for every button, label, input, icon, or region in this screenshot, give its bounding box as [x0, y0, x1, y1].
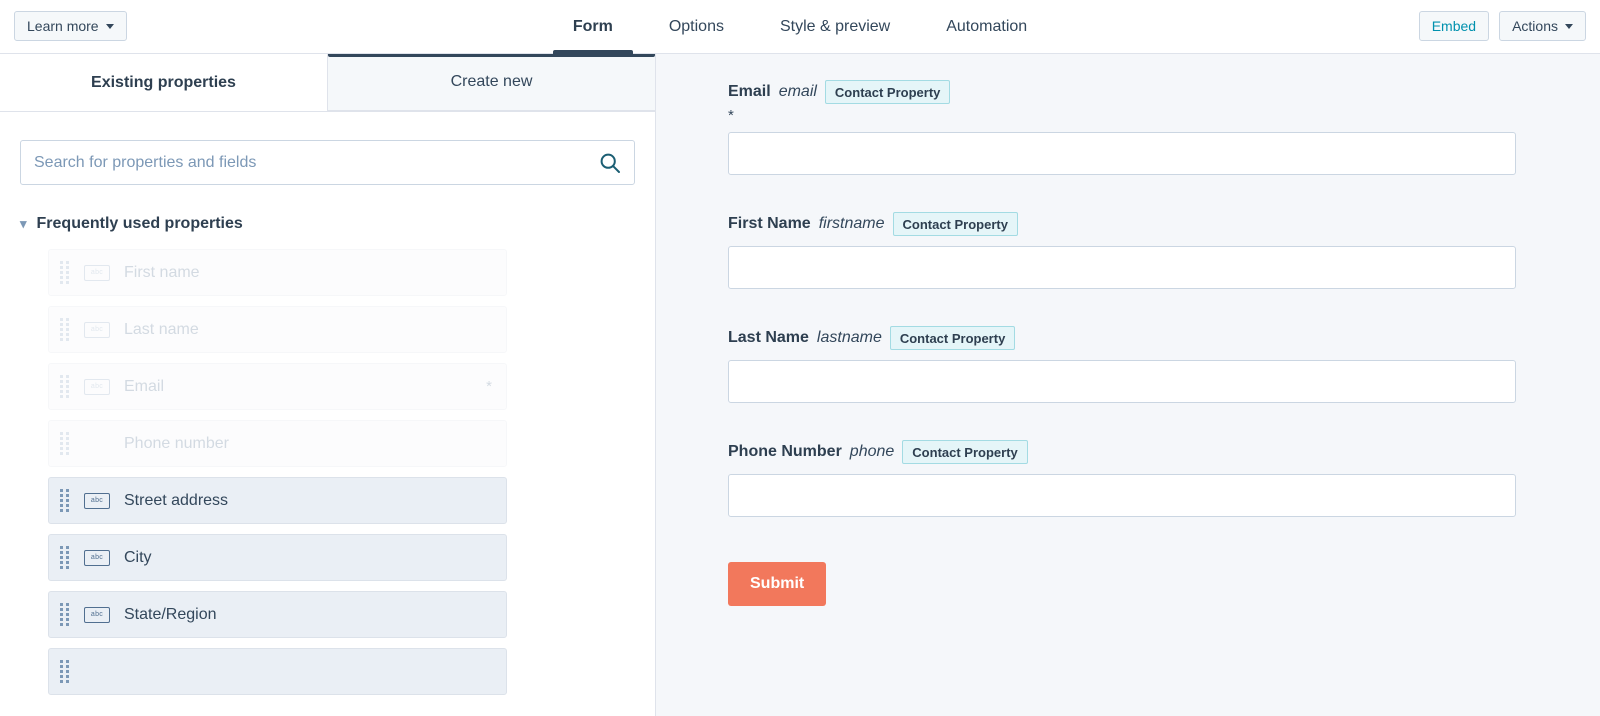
tab-style-preview[interactable]: Style & preview — [752, 0, 918, 54]
list-item-label: Last name — [124, 320, 199, 338]
actions-label: Actions — [1512, 18, 1558, 34]
abc-text-field-icon: abc — [84, 264, 110, 281]
email-field[interactable] — [728, 132, 1516, 175]
abc-text-field-icon: abc — [84, 606, 110, 623]
workspace: Existing properties Create new ▾ Frequen… — [0, 54, 1600, 716]
tab-automation[interactable]: Automation — [918, 0, 1055, 54]
last-name-field[interactable] — [728, 360, 1516, 403]
field-internal-name: lastname — [816, 329, 882, 346]
learn-more-button[interactable]: Learn more — [14, 11, 127, 41]
list-item-label: Phone number — [124, 434, 229, 452]
main-tab-bar: Form Options Style & preview Automation — [0, 0, 1600, 54]
topbar-right-group: Embed Actions — [1418, 11, 1586, 41]
drag-handle-icon[interactable] — [60, 546, 69, 569]
actions-button[interactable]: Actions — [1499, 11, 1586, 41]
topbar-left-group: Learn more — [14, 11, 127, 41]
sidebar-tab-existing-properties-label: Existing properties — [91, 73, 236, 91]
group-title: Frequently used properties — [36, 215, 243, 232]
field-spacer — [656, 289, 1600, 326]
list-item: abc Last name — [48, 306, 507, 353]
property-list: abc First name abc Last name abc Email *… — [0, 249, 655, 695]
field-label-row: Email email Contact Property * — [728, 80, 1516, 124]
frequently-used-properties-group-header[interactable]: ▾ Frequently used properties — [20, 215, 655, 233]
drag-handle-icon — [60, 375, 69, 398]
list-item-label: First name — [124, 263, 200, 281]
search-container — [20, 140, 635, 185]
drag-handle-icon[interactable] — [60, 660, 69, 683]
drag-handle-icon[interactable] — [60, 603, 69, 626]
field-label: First Name — [728, 215, 811, 232]
tab-options[interactable]: Options — [641, 0, 752, 54]
search-input[interactable] — [20, 140, 635, 185]
form-preview-panel: Email email Contact Property * First Nam… — [656, 54, 1600, 716]
embed-label: Embed — [1431, 18, 1477, 34]
drag-handle-icon[interactable] — [60, 489, 69, 512]
list-item-label: State/Region — [124, 605, 217, 623]
list-item[interactable]: abc City — [48, 534, 507, 581]
chevron-down-icon — [1565, 23, 1573, 29]
abc-text-field-icon: abc — [84, 378, 110, 395]
sidebar-tab-create-new-label: Create new — [450, 73, 533, 90]
status-badge: Contact Property — [902, 440, 1028, 464]
status-badge: Contact Property — [889, 326, 1016, 350]
chevron-down-icon: ▾ — [20, 215, 27, 231]
field-spacer — [656, 403, 1600, 440]
list-item: abc First name — [48, 249, 507, 296]
status-badge: Contact Property — [892, 212, 1018, 236]
list-item: abc Email * — [48, 363, 507, 410]
form-field-phone-number: Phone Number phone Contact Property — [656, 440, 1600, 517]
first-name-field[interactable] — [728, 246, 1516, 289]
field-internal-name: phone — [849, 443, 895, 460]
submit-button[interactable]: Submit — [728, 562, 827, 606]
form-field-email: Email email Contact Property * — [656, 80, 1600, 175]
form-field-last-name: Last Name lastname Contact Property — [656, 326, 1600, 403]
list-item: abc Phone number — [48, 420, 507, 467]
embed-button[interactable]: Embed — [1418, 11, 1490, 41]
status-badge: Contact Property — [824, 80, 951, 104]
learn-more-label: Learn more — [27, 18, 99, 34]
list-item[interactable]: abc Street address — [48, 477, 507, 524]
field-internal-name: firstname — [818, 215, 885, 232]
abc-text-field-icon: abc — [84, 492, 110, 509]
required-marker: * — [728, 107, 734, 124]
field-label-row: First Name firstname Contact Property — [728, 212, 1516, 236]
list-item-label: Email — [124, 377, 165, 395]
top-toolbar: Learn more Form Options Style & preview … — [0, 0, 1600, 54]
list-item[interactable]: abc State/Region — [48, 591, 507, 638]
sidebar-tab-existing-properties[interactable]: Existing properties — [0, 54, 327, 111]
tab-options-label: Options — [668, 17, 724, 35]
abc-text-field-icon: abc — [84, 321, 110, 338]
field-internal-name: email — [778, 83, 817, 100]
required-marker: * — [486, 378, 492, 395]
field-label-row: Phone Number phone Contact Property — [728, 440, 1516, 464]
sidebar-tab-bar: Existing properties Create new — [0, 54, 655, 112]
chevron-down-icon — [105, 23, 114, 29]
list-item-label: Street address — [124, 491, 229, 509]
submit-container: Submit — [656, 562, 1600, 606]
drag-handle-icon — [60, 318, 69, 341]
drag-handle-icon — [60, 261, 69, 284]
tab-style-preview-label: Style & preview — [779, 17, 891, 35]
abc-text-field-icon: abc — [84, 549, 110, 566]
tab-automation-label: Automation — [946, 17, 1028, 35]
field-spacer — [656, 175, 1600, 212]
tab-form[interactable]: Form — [545, 0, 641, 54]
field-label-row: Last Name lastname Contact Property — [728, 326, 1516, 350]
tab-form-label: Form — [572, 17, 613, 35]
properties-sidebar: Existing properties Create new ▾ Frequen… — [0, 54, 656, 716]
list-item[interactable]: abc — [48, 648, 507, 695]
form-field-first-name: First Name firstname Contact Property — [656, 212, 1600, 289]
phone-number-field[interactable] — [728, 474, 1516, 517]
drag-handle-icon — [60, 432, 69, 455]
list-item-label: City — [124, 548, 152, 566]
field-label: Phone Number — [728, 443, 842, 460]
field-label: Last Name — [728, 329, 809, 346]
sidebar-tab-create-new[interactable]: Create new — [327, 54, 655, 111]
field-label: Email — [728, 83, 771, 100]
